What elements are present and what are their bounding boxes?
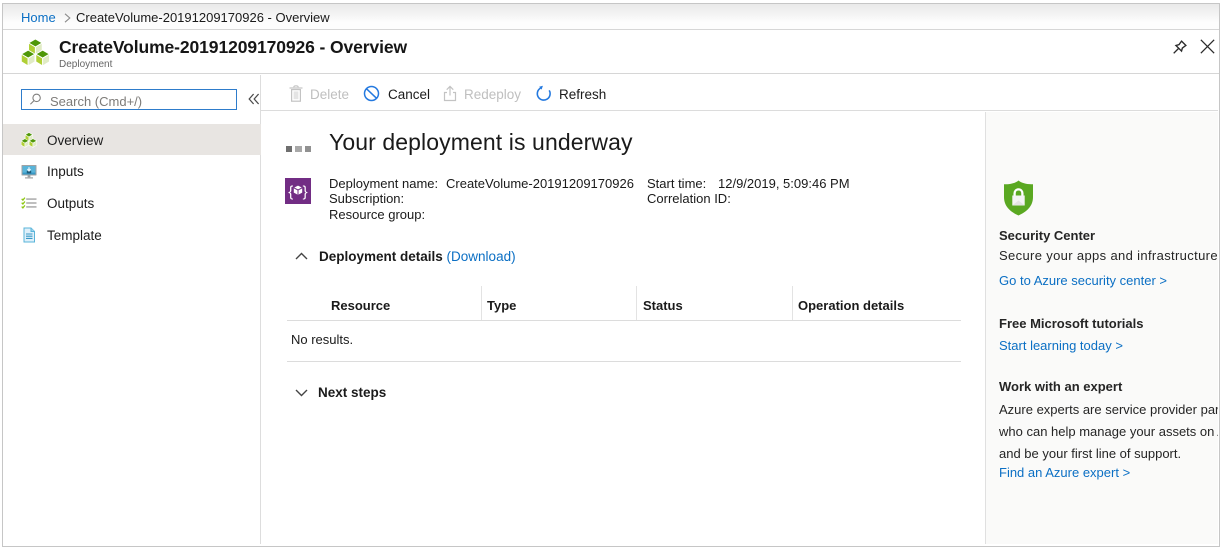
svg-text:{: { (288, 184, 293, 201)
svg-text:}: } (303, 184, 308, 201)
